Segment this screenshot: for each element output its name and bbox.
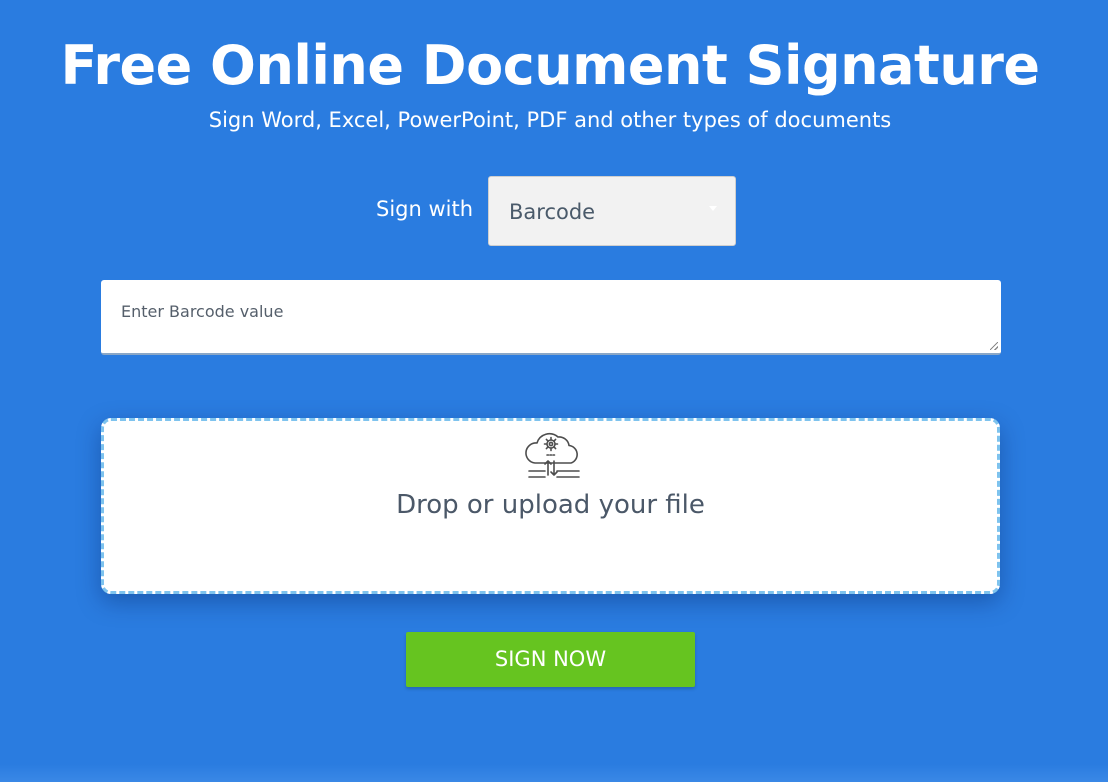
bottom-divider <box>0 764 1108 782</box>
page-subtitle: Sign Word, Excel, PowerPoint, PDF and ot… <box>208 108 892 132</box>
barcode-value-field-wrapper <box>101 280 1001 355</box>
sign-with-label: Sign with <box>376 197 474 221</box>
resize-grip-icon[interactable] <box>990 342 998 350</box>
file-dropzone[interactable]: Drop or upload your file <box>101 418 1000 594</box>
sign-type-select[interactable]: Barcode <box>488 176 736 246</box>
barcode-value-input[interactable] <box>101 280 1001 353</box>
dropzone-text: Drop or upload your file <box>396 490 705 520</box>
sign-type-selected-value: Barcode <box>509 200 596 224</box>
sign-now-button[interactable]: SIGN NOW <box>406 632 695 687</box>
page-title: Free Online Document Signature <box>60 34 1040 97</box>
chevron-down-icon <box>709 206 717 211</box>
page: Free Online Document Signature Sign Word… <box>0 0 1108 782</box>
cloud-upload-gear-icon <box>525 433 580 478</box>
